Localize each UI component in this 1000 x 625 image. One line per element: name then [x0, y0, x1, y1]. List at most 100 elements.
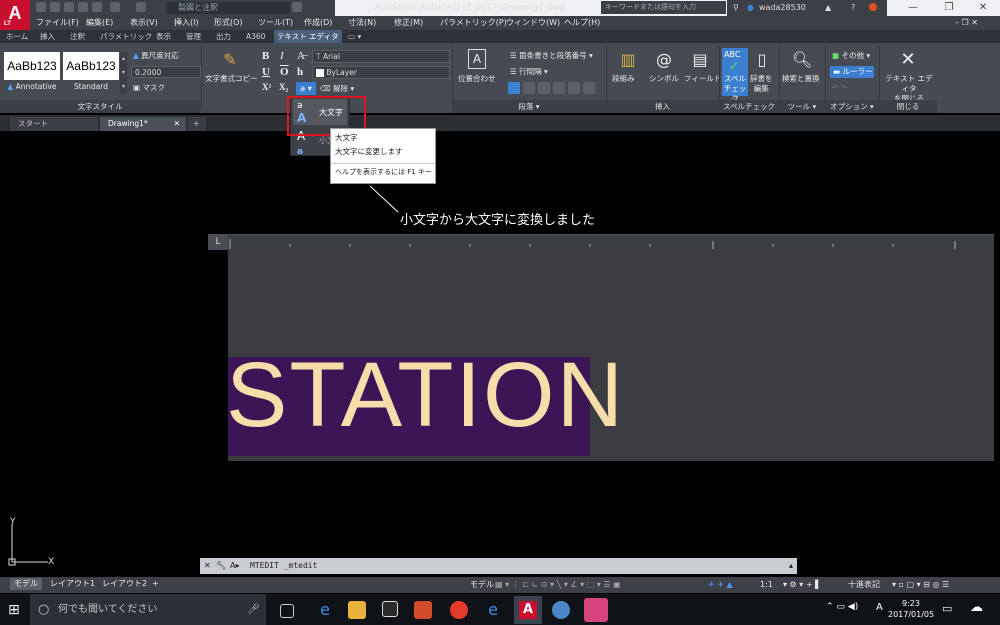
- close-icon[interactable]: ✕: [966, 0, 1000, 16]
- status-tool-icons[interactable]: ▦ ▾ ⋮ ⊏ ∟ ⊙ ▾ ╲ ▾ ∠ ▾ ⬚ ▾ ☰ ▣: [495, 578, 621, 592]
- tab-overflow-icon[interactable]: ▭ ▾: [348, 30, 361, 43]
- strikethrough-icon[interactable]: A̶: [297, 50, 305, 62]
- help-search-input[interactable]: キーワードまたは語句を入力: [601, 1, 726, 14]
- open-icon[interactable]: [50, 2, 60, 12]
- field-label[interactable]: フィールド: [684, 74, 721, 84]
- username[interactable]: wada28530: [759, 0, 806, 16]
- superscript-icon[interactable]: X²: [262, 82, 271, 92]
- mask-button[interactable]: ▣ マスク: [133, 83, 165, 93]
- tab-view[interactable]: 表示: [156, 30, 171, 43]
- tab-start[interactable]: スタート: [10, 117, 98, 131]
- annotation-visibility-icons[interactable]: ✈ ✈ ▲: [708, 578, 733, 592]
- layout-tab-2[interactable]: レイアウト2: [98, 578, 151, 590]
- columns-label[interactable]: 段組み: [612, 74, 635, 84]
- bold-icon[interactable]: B: [262, 50, 269, 62]
- layout-tab-model[interactable]: モデル: [10, 578, 42, 590]
- save-icon[interactable]: [64, 2, 74, 12]
- tab-insert[interactable]: 挿入: [40, 30, 55, 43]
- mdi-controls[interactable]: – ❐ ✕: [955, 16, 978, 30]
- more-options-button[interactable]: ■ その他 ▾: [832, 51, 870, 61]
- minimize-icon[interactable]: —: [896, 0, 930, 16]
- menu-draw[interactable]: 作成(D): [304, 16, 332, 30]
- menu-view[interactable]: 表示(V): [130, 16, 158, 30]
- overline-icon[interactable]: O: [280, 66, 289, 78]
- underline-icon[interactable]: U: [262, 66, 270, 78]
- store-icon[interactable]: [382, 601, 398, 617]
- units-display[interactable]: 十進表記: [848, 578, 880, 592]
- menu-tools[interactable]: ツール(T): [258, 16, 293, 30]
- find-replace-label[interactable]: 検索と置換: [782, 74, 820, 84]
- change-case-button[interactable]: a ▾: [296, 82, 316, 95]
- find-replace-icon[interactable]: 🔍︎: [792, 50, 812, 70]
- align-center-icon[interactable]: [523, 82, 535, 94]
- tab-annotate[interactable]: 注釈: [70, 30, 85, 43]
- status-model-button[interactable]: モデル: [470, 578, 494, 592]
- exchange-icon[interactable]: ▲: [825, 0, 831, 16]
- italic-icon[interactable]: I: [280, 50, 284, 62]
- menu-insert[interactable]: 挿入(I): [174, 16, 199, 30]
- command-close-icon[interactable]: ✕: [204, 558, 211, 574]
- dictionary-label[interactable]: 辞書を 編集: [750, 74, 773, 94]
- tab-home[interactable]: ホーム: [6, 30, 28, 43]
- hb-app-icon[interactable]: [584, 598, 608, 622]
- layout-tab-1[interactable]: レイアウト1: [46, 578, 99, 590]
- align-right-icon[interactable]: [538, 82, 550, 94]
- style-scroll[interactable]: ▴ ▾ ▾: [120, 52, 127, 94]
- undo-redo-icon[interactable]: ↶ ↷: [832, 83, 847, 93]
- align-left-icon[interactable]: [508, 82, 520, 94]
- text-editor-ruler[interactable]: [228, 234, 994, 251]
- clock[interactable]: 9:23 2017/01/05: [888, 598, 934, 620]
- add-layout-icon[interactable]: +: [148, 578, 163, 590]
- tab-close-icon[interactable]: ✕: [174, 117, 180, 131]
- symbol-label[interactable]: シンボル: [649, 74, 679, 84]
- mtext-content[interactable]: STATION: [226, 340, 625, 450]
- remove-format-button[interactable]: ⌫ 解除 ▾: [320, 84, 354, 94]
- line-spacing-button[interactable]: ☰ 行間隔 ▾: [510, 67, 548, 77]
- tab-a360[interactable]: A360: [246, 30, 265, 43]
- copy-format-label[interactable]: 文字書式コピー: [205, 74, 258, 84]
- ime-indicator[interactable]: A: [876, 602, 883, 613]
- file-explorer-icon[interactable]: [348, 601, 366, 619]
- task-view-icon[interactable]: [280, 604, 294, 618]
- justification-icon[interactable]: A: [468, 49, 486, 69]
- paint-icon[interactable]: [552, 601, 570, 619]
- media-icon[interactable]: [414, 601, 432, 619]
- plot-icon[interactable]: [92, 2, 102, 12]
- menu-parametric[interactable]: パラメトリック(P): [440, 16, 507, 30]
- ie-icon[interactable]: e: [484, 601, 502, 619]
- edge-icon[interactable]: e: [316, 601, 334, 619]
- command-history-icon[interactable]: ▴: [789, 558, 793, 574]
- font-size-icon[interactable]: h: [297, 66, 303, 78]
- tab-drawing1[interactable]: Drawing1* ✕: [100, 117, 186, 131]
- justification-label[interactable]: 位置合わせ: [458, 74, 496, 84]
- close-editor-icon[interactable]: ✕: [898, 50, 918, 70]
- match-properties-icon[interactable]: ✎: [220, 50, 240, 70]
- share-icon[interactable]: [292, 2, 302, 12]
- font-dropdown[interactable]: T Arial: [312, 50, 450, 63]
- dictionary-icon[interactable]: ▯: [752, 50, 772, 70]
- command-line[interactable]: ✕ 🔧︎ A▸ MTEDIT _mtedit ▴: [200, 558, 797, 574]
- text-height-field[interactable]: 0.2000: [131, 66, 201, 78]
- ruler-toggle[interactable]: ▬ ルーラー: [830, 66, 874, 78]
- symbol-icon[interactable]: @: [654, 50, 674, 70]
- binoculars-icon[interactable]: ⚲: [733, 0, 739, 16]
- tab-parametric[interactable]: パラメトリック: [100, 30, 152, 43]
- new-tab-icon[interactable]: +: [188, 117, 206, 131]
- style-sample-standard[interactable]: AaBb123: [63, 52, 119, 80]
- autocad-taskbar-button[interactable]: A: [514, 596, 542, 624]
- columns-icon[interactable]: ▥: [618, 50, 638, 70]
- distribute-icon[interactable]: [568, 82, 580, 94]
- menu-modify[interactable]: 修正(M): [394, 16, 423, 30]
- application-menu-button[interactable]: A LT: [0, 0, 30, 30]
- workspace-dropdown[interactable]: 製図と注釈: [166, 2, 290, 14]
- command-settings-icon[interactable]: 🔧︎: [216, 558, 226, 574]
- notification-icon[interactable]: [869, 3, 877, 11]
- ruler-tab-icon[interactable]: L: [208, 234, 228, 250]
- cortana-search[interactable]: ○ 何でも聞いてください 🎤︎: [30, 594, 266, 625]
- status-tool-icons-3[interactable]: ▾ ▫ ▢ ▾ ⊟ ◎ ☰: [892, 578, 949, 592]
- tab-manage[interactable]: 管理: [186, 30, 201, 43]
- microphone-icon[interactable]: 🎤︎: [247, 594, 260, 625]
- annotation-scale[interactable]: 1:1: [760, 578, 773, 592]
- tab-text-editor[interactable]: テキスト エディタ: [274, 30, 342, 43]
- app-tray-icon[interactable]: ☁: [970, 600, 983, 615]
